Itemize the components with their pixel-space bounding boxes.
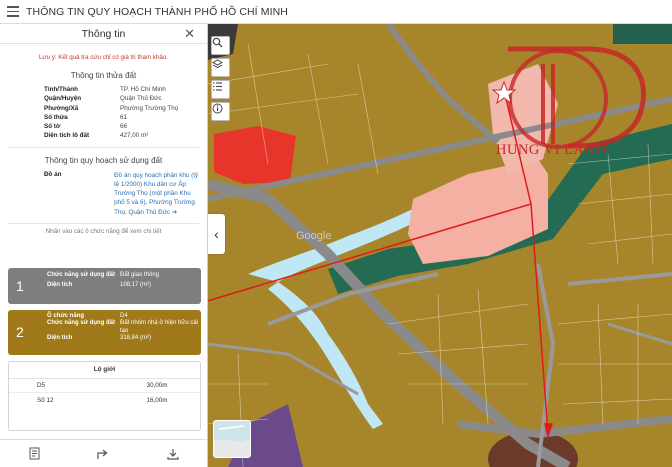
parcel-row: Số tờ 66 bbox=[44, 122, 199, 131]
parcel-section-title: Thông tin thửa đất bbox=[70, 71, 137, 80]
road-name: Số 12 bbox=[37, 396, 54, 404]
lo-gioi-title: Lộ giới bbox=[9, 362, 200, 379]
card-label: Chức năng sử dụng đất bbox=[47, 320, 116, 327]
lo-gioi-row: D5 30,00m bbox=[9, 379, 200, 393]
card-value: Đất giao thông bbox=[120, 272, 160, 278]
function-card-1[interactable]: 1 Chức năng sử dụng đất Đất giao thông Di… bbox=[8, 268, 201, 304]
card-number: 2 bbox=[16, 324, 24, 340]
parcel-row: Phường/Xã Phường Trường Thọ bbox=[44, 104, 199, 113]
parcel-value: 61 bbox=[120, 113, 128, 121]
parcel-row: Tỉnh/Thành TP. Hồ Chí Minh bbox=[44, 85, 199, 94]
parcel-value: 427,00 m² bbox=[120, 132, 149, 140]
function-card-2[interactable]: 2 Ô chức năng D4 Chức năng sử dụng đất Đất… bbox=[8, 310, 201, 355]
card-value: 318,84 (m²) bbox=[120, 335, 152, 342]
hint-text: Nhấn vào các ô chức năng để xem chi tiết bbox=[45, 227, 162, 235]
road-width: 30,00m bbox=[146, 382, 168, 389]
card-row: Chức năng sử dụng đất Đất giao thông bbox=[47, 272, 198, 279]
parcel-value: Phường Trường Thọ bbox=[120, 104, 179, 112]
parcel-value: TP. Hồ Chí Minh bbox=[120, 86, 166, 93]
card-row: Diện tích 318,84 (m²) bbox=[47, 335, 198, 342]
card-label: Diện tích bbox=[47, 282, 73, 289]
search-icon[interactable] bbox=[211, 36, 230, 55]
parcel-row: Quận/Huyện Quận Thủ Đức bbox=[44, 94, 199, 103]
parcel-value: Quận Thủ Đức bbox=[120, 95, 162, 103]
panel-header: Thông tin ✕ bbox=[0, 24, 207, 44]
card-row: Diện tích 108,17 (m²) bbox=[47, 282, 198, 289]
watermark-text: HUNG VI LAND bbox=[496, 142, 607, 158]
panel-title: Thông tin bbox=[81, 28, 126, 40]
card-value: Đất nhóm nhà ở hiện hữu cải tạo bbox=[120, 320, 198, 334]
parcel-label: Quận/Huyện bbox=[44, 95, 82, 103]
disclaimer-note: Lưu ý: Kết quả tra cứu chỉ có giá trị th… bbox=[38, 54, 168, 61]
map-canvas bbox=[208, 24, 672, 467]
lo-gioi-row: Số 12 16,00m bbox=[9, 393, 200, 407]
lo-gioi-table: Lộ giới D5 30,00m Số 12 16,00m bbox=[8, 361, 201, 431]
hamburger-icon[interactable] bbox=[0, 0, 26, 24]
share-icon[interactable] bbox=[94, 446, 114, 462]
doan-link[interactable]: Đồ án quy hoạch phân khu (tỷ lệ 1/2000) … bbox=[114, 171, 199, 217]
parcel-label: Phường/Xã bbox=[44, 104, 79, 112]
parcel-value: 66 bbox=[120, 123, 128, 131]
parcel-row: Số thửa 61 bbox=[44, 113, 199, 122]
document-icon[interactable] bbox=[25, 446, 45, 462]
card-label: Chức năng sử dụng đất bbox=[47, 272, 116, 278]
chevron-left-icon[interactable]: ‹ bbox=[208, 214, 225, 254]
info-icon[interactable] bbox=[211, 102, 230, 121]
parcel-label: Tỉnh/Thành bbox=[44, 86, 78, 93]
parcel-section: Thông tin thửa đất Tỉnh/Thành TP. Hồ Chí … bbox=[8, 71, 199, 148]
top-bar: THÔNG TIN QUY HOẠCH THÀNH PHỐ HỒ CHÍ MIN… bbox=[0, 0, 672, 24]
parcel-label: Diện tích lô đất bbox=[44, 132, 90, 140]
layers-icon[interactable] bbox=[211, 58, 230, 77]
parcel-label: Số tờ bbox=[44, 123, 61, 131]
road-name: D5 bbox=[37, 382, 46, 389]
card-row: Chức năng sử dụng đất Đất nhóm nhà ở hiện… bbox=[47, 320, 198, 335]
map-view[interactable]: HUNG VI LAND Google ‹ bbox=[208, 24, 672, 467]
doan-label: Đồ án bbox=[44, 170, 62, 178]
road-width: 16,00m bbox=[146, 396, 168, 404]
close-icon[interactable]: ✕ bbox=[184, 26, 195, 42]
plan-doan-row: Đồ án Đồ án quy hoạch phân khu (tỷ lệ 1/… bbox=[44, 171, 199, 217]
plan-section-title: Thông tin quy hoạch sử dụng đất bbox=[44, 155, 163, 165]
minimap-button[interactable] bbox=[213, 420, 251, 458]
parcel-row: Diện tích lô đất 427,00 m² bbox=[44, 131, 199, 140]
list-icon[interactable] bbox=[211, 80, 230, 99]
parcel-label: Số thửa bbox=[44, 113, 68, 121]
faint-watermark: Google bbox=[296, 230, 332, 242]
parcel-info-table: Tỉnh/Thành TP. Hồ Chí Minh Quận/Huyện Quận… bbox=[44, 85, 199, 141]
plan-section: Thông tin quy hoạch sử dụng đất Đồ án Đồ… bbox=[8, 156, 199, 224]
green-zone bbox=[613, 24, 672, 44]
info-panel: Thông tin ✕ Lưu ý: Kết quả tra cứu chỉ c… bbox=[0, 24, 208, 467]
card-number: 1 bbox=[16, 278, 24, 294]
commercial-zone bbox=[214, 126, 296, 184]
app-title: THÔNG TIN QUY HOẠCH THÀNH PHỐ HỒ CHÍ MIN… bbox=[26, 5, 288, 18]
download-icon[interactable] bbox=[163, 446, 183, 462]
card-label: Diện tích bbox=[47, 335, 73, 342]
panel-footer bbox=[0, 439, 207, 467]
card-value: 108,17 (m²) bbox=[120, 282, 152, 289]
